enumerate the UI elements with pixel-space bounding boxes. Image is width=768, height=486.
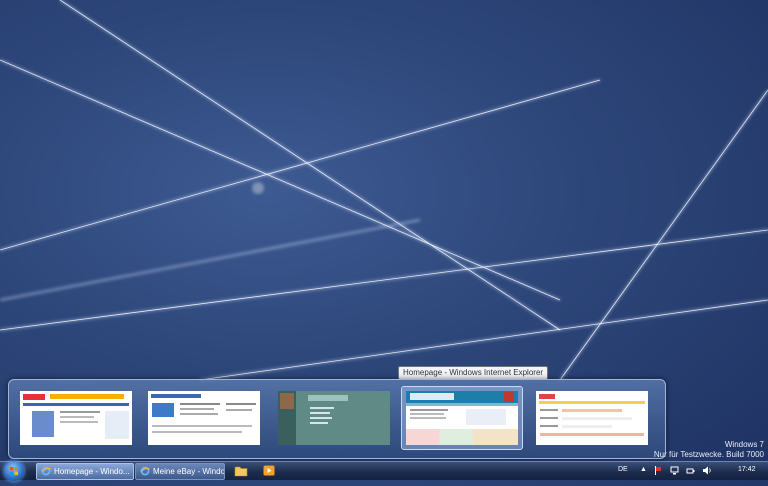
windows-build-watermark: Windows 7 Nur für Testzwecke. Build 7000 [654,440,764,460]
taskbar-button-meine-ebay[interactable]: Meine eBay - Windo... [135,463,225,480]
language-indicator[interactable]: DE [618,466,628,473]
taskbar-button-label: Meine eBay - Windo... [153,467,225,476]
thumbnail-meine-ebay[interactable] [143,386,265,450]
internet-explorer-icon [140,466,150,476]
folder-icon[interactable] [234,464,248,477]
window-tooltip: Homepage - Windows Internet Explorer [398,366,549,380]
thumbnail-page-preview [536,391,648,445]
windows-logo-icon [10,467,18,475]
taskbar-button-homepage[interactable]: Homepage - Windo... [36,463,134,480]
system-tray: DE ▲ 17:42 [618,462,764,480]
clock[interactable]: 17:42 [738,466,756,473]
watermark-title: Windows 7 [724,440,764,449]
volume-icon[interactable] [702,466,712,477]
thumbnail-homepage[interactable] [401,386,523,450]
power-icon[interactable] [686,466,695,477]
thumbnail-green-site[interactable] [273,386,395,450]
thumbnail-page-preview [278,391,390,445]
thumbnail-page-preview [406,391,518,445]
media-player-icon[interactable] [262,464,276,477]
thumbnail-page-preview [148,391,260,445]
thumbnail-ebay[interactable] [15,386,137,450]
taskbar-button-label: Homepage - Windo... [54,467,130,476]
thumbnail-form-page[interactable] [531,386,653,450]
show-hidden-icons-arrow-icon[interactable]: ▲ [640,466,647,473]
network-icon[interactable] [670,466,679,477]
start-button[interactable] [4,461,24,481]
taskbar-thumbnail-preview [8,379,666,459]
watermark-subtitle: Nur für Testzwecke. Build 7000 [653,450,764,459]
thumbnail-page-preview [20,391,132,445]
action-center-flag-icon[interactable] [654,466,662,477]
taskbar: Homepage - Windo... Meine eBay - Windo..… [0,461,768,481]
internet-explorer-icon [41,466,51,476]
